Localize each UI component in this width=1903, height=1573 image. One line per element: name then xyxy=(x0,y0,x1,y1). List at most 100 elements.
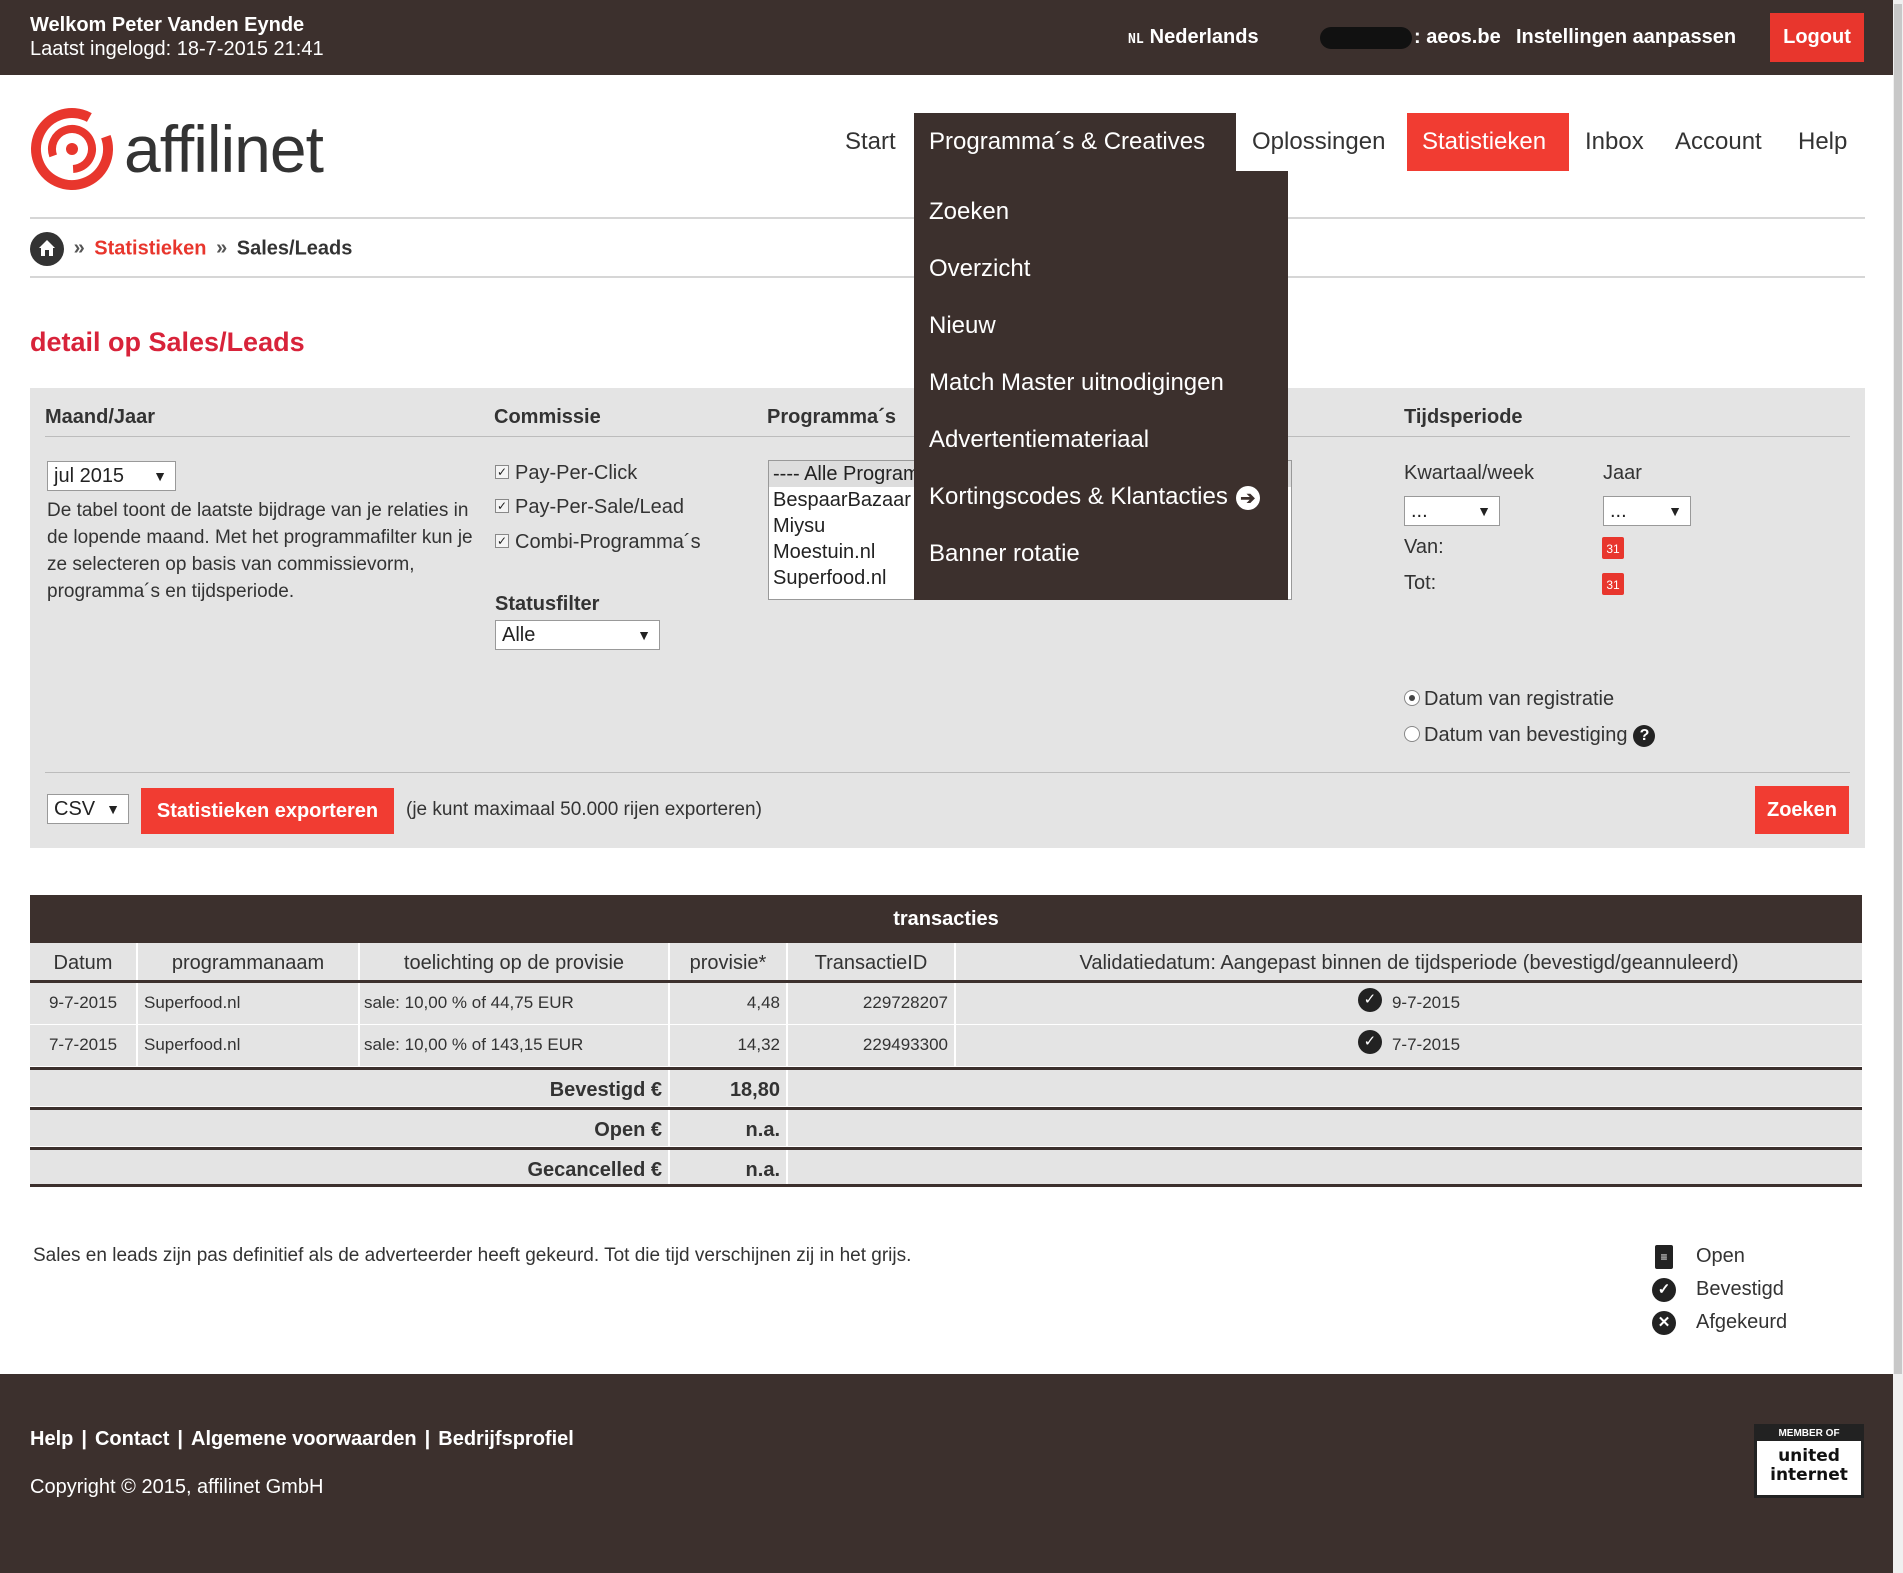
nav-oplossingen[interactable]: Oplossingen xyxy=(1237,113,1400,171)
breadcrumb-statistieken[interactable]: Statistieken xyxy=(94,237,206,259)
footer-link-terms[interactable]: Algemene voorwaarden xyxy=(191,1428,417,1450)
logo[interactable]: affilinet xyxy=(30,107,380,191)
menu-item-match-master[interactable]: Match Master uitnodigingen xyxy=(929,369,1224,397)
status-select-value: Alle xyxy=(502,624,536,646)
month-select[interactable]: jul 2015 ▼ xyxy=(47,461,176,491)
calendar-icon[interactable]: 31 xyxy=(1602,537,1624,559)
badge-line-2: internet xyxy=(1770,1465,1848,1485)
account-name: : aeos.be xyxy=(1320,26,1501,49)
table-title: transacties xyxy=(30,895,1862,943)
status-filter-label: Statusfilter xyxy=(495,593,600,615)
chevron-down-icon: ▼ xyxy=(106,801,120,817)
home-icon[interactable] xyxy=(30,232,64,266)
export-note: (je kunt maximaal 50.000 rijen exportere… xyxy=(406,799,762,820)
column-header[interactable]: provisie* xyxy=(670,943,788,980)
logo-icon xyxy=(31,108,113,190)
from-label: Van: xyxy=(1404,536,1444,558)
calendar-icon[interactable]: 31 xyxy=(1602,573,1624,595)
check-icon: ✓ xyxy=(1357,987,1382,1012)
radio-unselected-icon xyxy=(1404,725,1420,742)
export-format-select[interactable]: CSV ▼ xyxy=(47,794,129,824)
legend-rejected: ✕ Afgekeurd xyxy=(1650,1306,1787,1339)
footer-link-company-profile[interactable]: Bedrijfsprofiel xyxy=(438,1428,574,1450)
help-icon[interactable]: ? xyxy=(1633,724,1656,747)
menu-item-nieuw[interactable]: Nieuw xyxy=(929,312,996,340)
settings-link[interactable]: Instellingen aanpassen xyxy=(1516,26,1736,49)
export-button[interactable]: Statistieken exporteren xyxy=(141,788,394,834)
total-label: Bevestigd € xyxy=(30,1070,670,1106)
column-header[interactable]: programmanaam xyxy=(138,943,360,980)
scrollbar-thumb[interactable] xyxy=(1894,4,1902,1374)
total-value: n.a. xyxy=(670,1110,788,1146)
footer-separator: | xyxy=(424,1428,431,1450)
checkbox-pay-per-sale[interactable]: ✓ Pay-Per-Sale/Lead xyxy=(495,496,684,519)
radio-date-registration[interactable]: Datum van registratie xyxy=(1404,688,1614,711)
breadcrumb-separator: » xyxy=(216,237,228,260)
column-header[interactable]: Datum xyxy=(30,943,138,980)
cell-program[interactable]: Superfood.nl xyxy=(138,983,360,1024)
heading-month: Maand/Jaar xyxy=(45,406,156,428)
nav-statistieken[interactable]: Statistieken xyxy=(1407,113,1569,171)
validation-date: 7-7-2015 xyxy=(1391,1035,1461,1054)
language-selector[interactable]: NL Nederlands xyxy=(1128,26,1259,49)
badge-member-of: MEMBER OF xyxy=(1757,1427,1861,1441)
menu-item-kortingscodes[interactable]: Kortingscodes & Klantacties ➔ xyxy=(929,483,1260,511)
status-select[interactable]: Alle ▼ xyxy=(495,620,660,650)
menu-item-banner-rotatie[interactable]: Banner rotatie xyxy=(929,540,1080,568)
column-header[interactable]: toelichting op de provisie xyxy=(360,943,670,980)
total-value: 18,80 xyxy=(670,1070,788,1106)
nav-inbox[interactable]: Inbox xyxy=(1570,113,1659,171)
scrollbar[interactable] xyxy=(1893,0,1903,1573)
cell-validation: ✓ 9-7-2015 xyxy=(956,983,1862,1024)
checkbox-checked-icon: ✓ xyxy=(495,498,509,513)
checkbox-combi[interactable]: ✓ Combi-Programma´s xyxy=(495,531,701,554)
year-select[interactable]: ... ▼ xyxy=(1603,496,1691,526)
logout-button[interactable]: Logout xyxy=(1770,13,1864,62)
search-button[interactable]: Zoeken xyxy=(1755,786,1849,834)
menu-item-advertentiemateriaal[interactable]: Advertentiemateriaal xyxy=(929,426,1149,454)
footer-link-contact[interactable]: Contact xyxy=(95,1428,169,1450)
checkbox-checked-icon: ✓ xyxy=(495,533,509,548)
footer: Help | Contact | Algemene voorwaarden | Bedrij… xyxy=(0,1374,1893,1573)
welcome-text: Welkom Peter Vanden Eynde xyxy=(30,14,305,36)
page: Welkom Peter Vanden Eynde Laatst ingelog… xyxy=(0,0,1903,1573)
chevron-down-icon: ▼ xyxy=(1668,503,1682,519)
footer-separator: | xyxy=(81,1428,87,1450)
checkbox-pay-per-click[interactable]: ✓ Pay-Per-Click xyxy=(495,462,637,485)
table-header-row: Datum programmanaam toelichting op de pr… xyxy=(30,943,1862,983)
nav-start[interactable]: Start xyxy=(830,113,911,171)
radio-date-confirmation[interactable]: Datum van bevestiging? xyxy=(1404,724,1656,747)
transactions-table: transacties Datum programmanaam toelicht… xyxy=(30,895,1862,1187)
total-row-cancelled: Gecancelled € n.a. xyxy=(30,1147,1862,1187)
nav-programmas-creatives[interactable]: Programma´s & Creatives xyxy=(914,113,1236,171)
document-icon: ≡ xyxy=(1655,1245,1673,1269)
heading-period: Tijdsperiode xyxy=(1404,406,1523,428)
check-icon: ✓ xyxy=(1652,1278,1676,1302)
column-header[interactable]: TransactieID xyxy=(788,943,956,980)
nav-account[interactable]: Account xyxy=(1660,113,1777,171)
checkbox-label: Combi-Programma´s xyxy=(515,531,701,553)
quarter-week-select[interactable]: ... ▼ xyxy=(1404,496,1500,526)
to-label: Tot: xyxy=(1404,572,1437,594)
total-label: Gecancelled € xyxy=(30,1150,670,1184)
cell-program[interactable]: Superfood.nl xyxy=(138,1025,360,1066)
cell-commission: 4,48 xyxy=(670,983,788,1024)
heading-programs: Programma´s xyxy=(767,406,896,428)
column-header[interactable]: Validatiedatum: Aangepast binnen de tijd… xyxy=(956,943,1862,980)
nav-help[interactable]: Help xyxy=(1783,113,1862,171)
last-login-text: Laatst ingelogd: 18-7-2015 21:41 xyxy=(30,38,324,60)
legend-confirmed: ✓ Bevestigd xyxy=(1650,1273,1787,1306)
total-value: n.a. xyxy=(670,1150,788,1184)
menu-item-zoeken[interactable]: Zoeken xyxy=(929,198,1009,226)
month-select-value: jul 2015 xyxy=(54,465,125,487)
menu-item-overzicht[interactable]: Overzicht xyxy=(929,255,1030,283)
year-value: ... xyxy=(1610,500,1627,522)
cell-transaction-id: 229728207 xyxy=(788,983,956,1024)
radio-label: Datum van registratie xyxy=(1424,688,1615,710)
page-title: detail op Sales/Leads xyxy=(30,327,305,357)
total-row-open: Open € n.a. xyxy=(30,1107,1862,1147)
footer-link-help[interactable]: Help xyxy=(30,1428,73,1450)
programmas-dropdown-menu: Zoeken Overzicht Nieuw Match Master uitn… xyxy=(914,171,1288,600)
badge-line-1: united xyxy=(1778,1446,1840,1466)
top-bar: Welkom Peter Vanden Eynde Laatst ingelog… xyxy=(0,0,1893,75)
